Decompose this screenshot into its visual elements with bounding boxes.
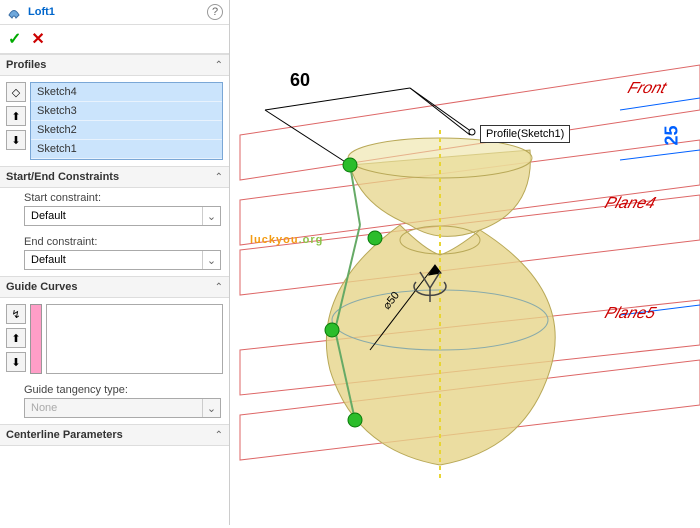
centerline-section-header[interactable]: Centerline Parameters ⌃ (0, 424, 229, 446)
chevron-down-icon[interactable]: ⌄ (202, 207, 220, 225)
move-up-button[interactable]: ⬆ (6, 106, 26, 126)
profiles-button-col: ◇ ⬆ ⬇ (6, 82, 26, 160)
profiles-section-header[interactable]: Profiles ⌃ (0, 54, 229, 76)
guides-body: ↯ ⬆ ⬇ (0, 298, 229, 380)
guides-section-header[interactable]: Guide Curves ⌃ (0, 276, 229, 298)
profiles-body: ◇ ⬆ ⬇ Sketch4 Sketch3 Sketch2 Sketch1 (0, 76, 229, 166)
list-item[interactable]: Sketch3 (31, 102, 222, 121)
guide-tangency-group: Guide tangency type: None ⌄ (0, 380, 229, 424)
chevron-up-icon: ⌃ (215, 60, 223, 71)
confirm-bar: ✓ ✕ (0, 25, 229, 54)
help-icon[interactable]: ? (207, 4, 223, 20)
linear-dimension-60: 60 (290, 70, 310, 91)
profile-select-icon[interactable]: ◇ (6, 82, 26, 102)
chevron-up-icon: ⌃ (215, 172, 223, 183)
plane-label-plane5: Plane5 (602, 305, 658, 323)
guide-tangency-dropdown: None ⌄ (24, 398, 221, 418)
ok-button[interactable]: ✓ (8, 29, 21, 49)
chevron-up-icon: ⌃ (215, 430, 223, 441)
start-constraint-label: Start constraint: (0, 188, 229, 206)
linear-dimension-25: 25 (661, 125, 682, 145)
end-constraint-dropdown[interactable]: Default ⌄ (24, 250, 221, 270)
feature-name: Loft1 (28, 6, 207, 18)
chevron-down-icon[interactable]: ⌄ (202, 251, 220, 269)
move-down-button[interactable]: ⬇ (6, 130, 26, 150)
loft-icon (6, 4, 22, 20)
guide-color-bar (30, 304, 42, 374)
chevron-down-icon: ⌄ (202, 399, 220, 417)
guides-listbox[interactable] (46, 304, 223, 374)
move-down-button[interactable]: ⬇ (6, 352, 26, 372)
profiles-listbox[interactable]: Sketch4 Sketch3 Sketch2 Sketch1 (30, 82, 223, 160)
property-panel: Loft1 ? ✓ ✕ Profiles ⌃ ◇ ⬆ ⬇ Sketch4 Ske… (0, 0, 230, 525)
move-up-button[interactable]: ⬆ (6, 328, 26, 348)
start-constraint-dropdown[interactable]: Default ⌄ (24, 206, 221, 226)
section-title: Start/End Constraints (6, 171, 215, 183)
constraints-body: Start constraint: Default ⌄ End constrai… (0, 188, 229, 276)
section-title: Profiles (6, 59, 215, 71)
viewport-3d[interactable]: ⌀50 60 25 Profile(Sketch1) Fro (230, 0, 700, 525)
section-title: Centerline Parameters (6, 429, 215, 441)
panel-header: Loft1 ? (0, 0, 229, 25)
dropdown-value: Default (25, 251, 202, 269)
chevron-up-icon: ⌃ (215, 282, 223, 293)
plane-label-front: Front (625, 80, 668, 98)
cancel-button[interactable]: ✕ (31, 29, 44, 49)
section-title: Guide Curves (6, 281, 215, 293)
list-item[interactable]: Sketch4 (31, 83, 222, 102)
plane-label-plane4: Plane4 (602, 195, 658, 213)
guides-button-col: ↯ ⬆ ⬇ (6, 304, 26, 374)
guide-select-icon[interactable]: ↯ (6, 304, 26, 324)
end-constraint-label: End constraint: (0, 232, 229, 250)
profile-tooltip: Profile(Sketch1) (480, 125, 570, 143)
list-item[interactable]: Sketch2 (31, 121, 222, 140)
list-item[interactable]: Sketch1 (31, 140, 222, 159)
dropdown-value: None (25, 399, 202, 417)
dropdown-value: Default (25, 207, 202, 225)
guide-tangency-label: Guide tangency type: (0, 380, 229, 398)
constraints-section-header[interactable]: Start/End Constraints ⌃ (0, 166, 229, 188)
